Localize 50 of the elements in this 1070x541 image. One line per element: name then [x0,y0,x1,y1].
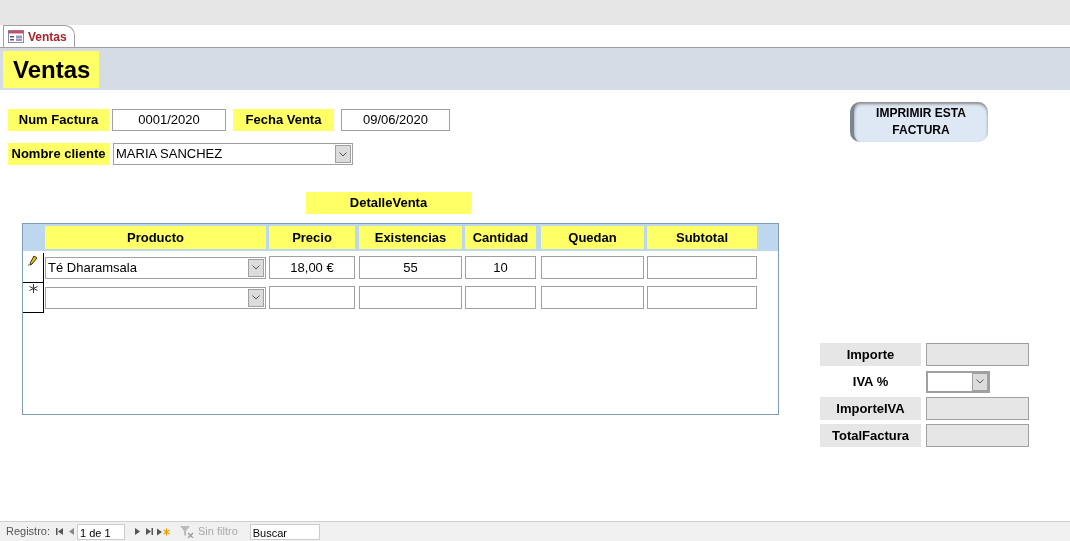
table-cell[interactable]: 18,00 € [269,256,355,279]
column-header: Producto [45,226,266,249]
dropdown-field[interactable]: Té Dharamsala [45,256,266,279]
table-cell[interactable] [541,256,644,279]
dropdown-icon[interactable] [335,145,351,163]
filter-icon[interactable] [180,525,195,538]
field-label: Fecha Venta [233,109,334,131]
dropdown-field[interactable] [926,370,990,393]
table-cell[interactable] [647,256,757,279]
text-field[interactable]: 09/06/2020 [341,109,450,131]
form-icon [8,30,24,43]
form-tab[interactable]: Ventas [3,25,75,47]
dropdown-icon[interactable] [972,372,988,391]
dropdown-icon[interactable] [248,288,264,307]
table-cell[interactable] [541,286,644,309]
print-button[interactable]: IMPRIMIR ESTA FACTURA [850,102,988,142]
column-header: Cantidad [465,226,536,249]
text-field[interactable]: 0001/2020 [112,109,226,131]
new-record-icon[interactable] [157,527,171,536]
field-label: Nombre cliente [8,143,109,165]
column-header: Quedan [541,226,644,249]
table-cell[interactable] [359,286,462,309]
column-header: Subtotal [647,226,757,249]
previous-record-icon[interactable] [69,528,75,535]
record-label: Registro: [6,524,51,540]
dropdown-field[interactable]: MARIA SANCHEZ [113,143,353,165]
table-cell[interactable]: 10 [465,256,536,279]
table-cell[interactable]: 55 [359,256,462,279]
field-label: Importe [820,343,921,366]
text-field[interactable] [926,397,1029,420]
column-header: Precio [269,226,355,249]
table-cell[interactable] [269,286,355,309]
record-number-field[interactable]: 1 de 1 [77,523,126,540]
last-record-icon[interactable] [146,528,154,535]
first-record-icon[interactable] [56,528,64,535]
field-label: TotalFactura [820,424,921,447]
subform-title: DetalleVenta [306,192,471,214]
text-field[interactable] [926,343,1029,366]
dropdown-icon[interactable] [248,258,264,277]
field-label: ImporteIVA [820,397,921,420]
table-cell[interactable] [647,286,757,309]
field-label: IVA % [851,372,890,391]
dropdown-field[interactable] [45,286,266,309]
table-cell[interactable] [465,286,536,309]
search-field[interactable]: Buscar [249,523,320,540]
field-label: Num Factura [8,109,109,131]
next-record-icon[interactable] [135,528,141,535]
column-header: Existencias [359,226,462,249]
text-field[interactable] [926,424,1029,447]
form-title: Ventas [3,51,99,88]
